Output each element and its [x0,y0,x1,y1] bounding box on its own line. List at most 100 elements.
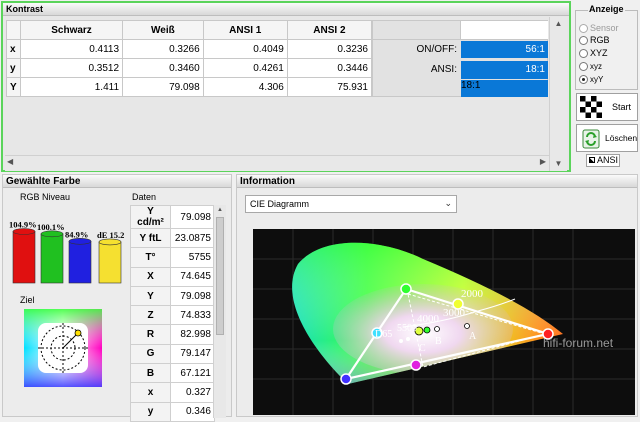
table-row: x 0.327 [130,382,215,403]
radio-sensor-icon[interactable] [579,23,588,33]
cct-label-3000: 3000 [443,307,466,319]
scroll-down-icon[interactable]: ▼ [550,157,567,171]
target-swatch [24,309,102,387]
de-bar-label: dE 15.2 [97,230,124,240]
cell[interactable]: 0.3446 [286,58,373,78]
daten-key: R [130,324,171,345]
cct-label-4000: 4000 [417,313,440,325]
daten-value: 79.147 [170,343,215,365]
daten-value: 79.098 [170,205,215,229]
daten-value: 5755 [170,247,215,268]
ansi-value-text: 18:1 [525,64,545,75]
cell[interactable]: 0.3512 [19,58,124,78]
radio-xyz-lower-icon[interactable] [579,61,588,71]
rgb-niveau-label: RGB Niveau [20,192,71,202]
daten-scroll-up-icon[interactable]: ▲ [214,205,226,215]
gewaehlte-panel: Gewählte Farbe RGB Niveau Daten 104.9% 10… [2,174,232,422]
radio-xyz-upper[interactable]: XYZ [579,47,608,59]
chevron-down-icon[interactable]: ⌄ [444,198,452,209]
rgb-bar: 100.1% [37,222,65,284]
loeschen-label: Löschen [605,133,638,143]
cell[interactable]: 0.4113 [19,39,124,59]
cell[interactable]: 4.306 [202,77,288,97]
col-ansi2[interactable]: ANSI 2 [286,20,373,40]
daten-scrollbar[interactable]: ▲ [213,205,226,418]
daten-key: X [130,266,171,287]
diagram-select-value: CIE Diagramm [250,199,310,209]
rgb-bar-rect [40,233,64,284]
daten-scroll-thumb[interactable] [216,217,224,335]
row-label: x [6,39,21,59]
cell[interactable]: 79.098 [122,77,204,97]
kontrast-table: Schwarz Weiß ANSI 1 ANSI 2 x 0.4113 0.32… [6,20,373,97]
scroll-up-icon[interactable]: ▲ [550,17,567,31]
rgb-bar: 104.9% [9,220,37,284]
table-row: T° 5755 [130,247,215,268]
radio-xyz-lower[interactable]: xyz [579,60,602,72]
table-row: Y 1.411 79.098 4.306 75.931 [6,77,373,97]
radio-xyy-icon[interactable] [579,74,588,84]
cell[interactable]: 1.411 [19,77,124,97]
row-label: y [6,58,21,78]
illuminant-b-label: B [435,336,442,347]
cell[interactable]: 0.3236 [286,39,373,59]
radio-sensor-label: Sensor [590,23,619,33]
radio-rgb-icon[interactable] [579,35,588,45]
daten-key: x [130,382,171,403]
radio-sensor[interactable]: Sensor [579,22,619,34]
ziel-label: Ziel [20,295,35,305]
daten-value: 0.327 [170,382,215,403]
scroll-right-icon[interactable]: ▶ [540,157,546,166]
kontrast-hscrollbar[interactable]: ◀ ▶ [5,155,549,171]
daten-value: 82.998 [170,324,215,345]
rgb-bar-rect [68,241,92,284]
daten-key: B [130,363,171,384]
col-weiss[interactable]: Weiß [122,20,204,40]
result-block: ON/OFF: 56:1 ANSI: 18:1 18:1 [372,20,548,97]
rgb-bar-label: 84.9% [65,229,88,239]
table-row: G 79.147 [130,343,215,365]
cell[interactable]: 0.4261 [202,58,288,78]
onoff-value: 56:1 [461,41,548,58]
radio-rgb[interactable]: RGB [579,34,610,46]
information-panel: Information CIE Diagramm ⌄ 2000 3000 400… [236,174,638,417]
radio-xyy-label: xyY [590,74,604,84]
cell[interactable]: 75.931 [286,77,373,97]
ansi-small-icon [589,157,595,163]
kontrast-scrollbar[interactable]: ▲ ▼ [549,17,567,171]
kontrast-header-row: Schwarz Weiß ANSI 1 ANSI 2 [6,20,373,40]
radio-xyz-upper-label: XYZ [590,48,608,58]
kontrast-corner [6,20,21,40]
diagram-select[interactable]: CIE Diagramm ⌄ [245,195,457,213]
kontrast-panel: Kontrast Schwarz Weiß ANSI 1 ANSI 2 x 0.… [1,1,571,172]
row-label: Y [6,77,21,97]
loeschen-button[interactable]: Löschen [576,124,638,152]
col-ansi1[interactable]: ANSI 1 [202,20,288,40]
magenta-marker [410,359,422,371]
col-schwarz[interactable]: Schwarz [19,20,124,40]
ansi-value: 18:1 [461,80,548,97]
table-row: y 0.3512 0.3460 0.4261 0.3446 [6,58,373,78]
daten-value: 74.645 [170,266,215,287]
start-button[interactable]: Start [576,93,638,121]
ansi-label: ANSI: [430,64,457,75]
onoff-label: ON/OFF: [416,44,457,55]
illuminant-c-label: C [419,343,426,354]
cell[interactable]: 0.4049 [202,39,288,59]
scroll-left-icon[interactable]: ◀ [7,157,13,166]
daten-key: Y [130,285,171,307]
cell[interactable]: 0.3266 [122,39,204,59]
start-label: Start [612,102,632,112]
cie-diagram: 2000 3000 4000 5500 D65 A B C hifi-forum… [253,229,635,415]
illuminant-a-label: A [469,331,477,342]
daten-key: T° [130,247,171,268]
cct-label-2000: 2000 [461,288,484,300]
daten-table: Y cd/m² 79.098 Y ftL 23.0875 T° 5755 X 74.645 Y 7… [130,205,215,422]
ansi-button[interactable]: ANSI [586,154,620,167]
cell[interactable]: 0.3460 [122,58,204,78]
ansi-button-label: ANSI [597,155,619,165]
radio-xyy[interactable]: xyY [579,73,603,85]
recycle-icon [582,129,600,149]
radio-xyz-upper-icon[interactable] [579,48,588,58]
checkerboard-icon [580,96,602,118]
